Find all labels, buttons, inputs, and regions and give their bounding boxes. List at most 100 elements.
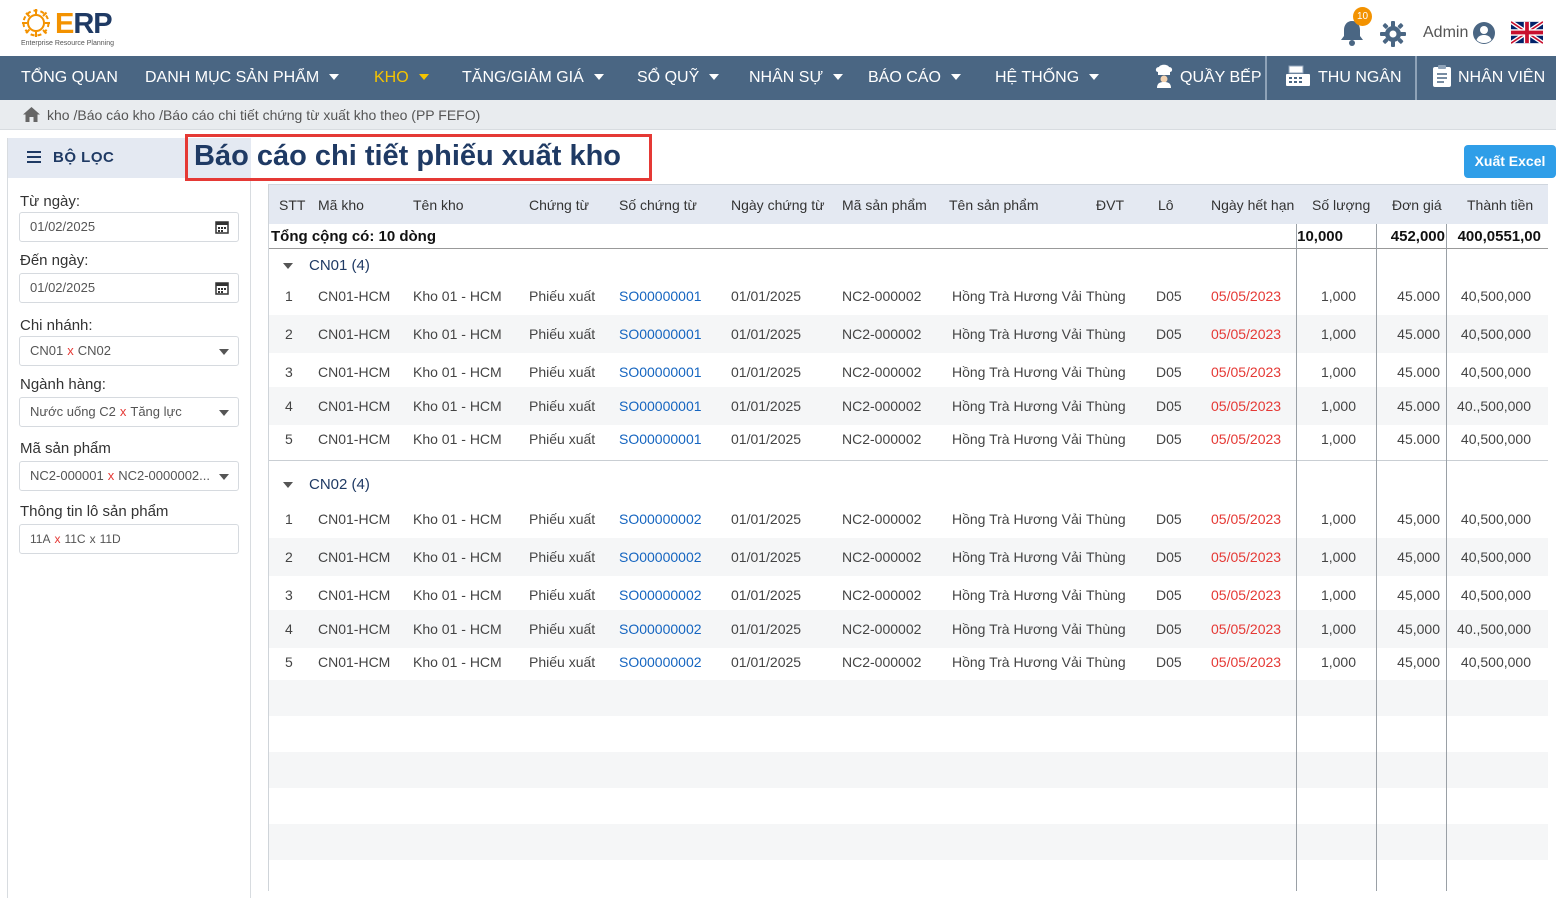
nav-so-quy[interactable]: SỔ QUỸ xyxy=(637,56,720,100)
col-chung-tu[interactable]: Chứng từ xyxy=(529,185,589,225)
cell-so-chung-tu[interactable]: SO00000002 xyxy=(619,502,702,536)
to-date-input[interactable]: 01/02/2025 xyxy=(19,273,239,303)
total-quantity: 10,000 xyxy=(1297,228,1343,245)
cell-chung-tu: Phiếu xuất xyxy=(529,511,596,527)
table-row[interactable]: 2 CN01-HCM Kho 01 - HCM Phiếu xuất SO0000000… xyxy=(269,538,1548,576)
home-icon[interactable] xyxy=(23,107,40,122)
product-code-select[interactable]: NC2-000001 x NC2-0000002... xyxy=(19,461,239,491)
cell-chung-tu: Phiếu xuất xyxy=(529,364,596,380)
hamburger-menu-icon[interactable] xyxy=(27,151,41,163)
cell-dvt: Thùng xyxy=(1086,398,1126,414)
cell-ma-kho: CN01-HCM xyxy=(318,364,391,380)
col-stt[interactable]: STT xyxy=(279,185,305,225)
branch-chip: CN01 xyxy=(30,343,64,358)
cell-so-chung-tu[interactable]: SO00000001 xyxy=(619,422,702,456)
table-row[interactable]: 4 CN01-HCM Kho 01 - HCM Phiếu xuất SO0000000… xyxy=(269,610,1548,648)
col-ma-kho[interactable]: Mã kho xyxy=(318,185,364,225)
table-row[interactable]: 1 CN01-HCM Kho 01 - HCM Phiếu xuất SO0000000… xyxy=(269,502,1548,536)
cell-ma-kho: CN01-HCM xyxy=(318,511,391,527)
cell-ten-kho: Kho 01 - HCM xyxy=(413,549,502,565)
nav-thu-ngan[interactable]: THU NGÂN xyxy=(1284,56,1402,100)
table-row[interactable]: 1 CN01-HCM Kho 01 - HCM Phiếu xuất SO0000000… xyxy=(269,279,1548,313)
nav-bao-cao[interactable]: BÁO CÁO xyxy=(868,56,961,100)
cell-lo: D05 xyxy=(1156,621,1182,637)
cell-chung-tu: Phiếu xuất xyxy=(529,431,596,447)
remove-chip-icon[interactable]: x xyxy=(67,343,74,358)
cell-lo: D05 xyxy=(1156,398,1182,414)
cell-so-chung-tu[interactable]: SO00000002 xyxy=(619,578,702,612)
cell-so-chung-tu[interactable]: SO00000002 xyxy=(619,538,702,576)
cell-thanh-tien: 40,500,000 xyxy=(1460,587,1531,603)
user-name[interactable]: Admin xyxy=(1423,24,1468,42)
cell-so-chung-tu[interactable]: SO00000001 xyxy=(619,387,702,425)
cell-so-chung-tu[interactable]: SO00000002 xyxy=(619,610,702,648)
nav-tang-giam-gia[interactable]: TĂNG/GIẢM GIÁ xyxy=(462,56,604,100)
export-excel-button[interactable]: Xuất Excel xyxy=(1464,145,1556,178)
lot-info-input[interactable]: 11A x 11C x 11D xyxy=(19,524,239,554)
cell-ngay-chung-tu: 01/01/2025 xyxy=(731,398,802,414)
cell-ma-san-pham: NC2-000002 xyxy=(842,326,922,342)
breadcrumb: kho /Báo cáo kho /Báo cáo chi tiết chứng… xyxy=(0,100,1556,130)
cell-so-chung-tu[interactable]: SO00000001 xyxy=(619,279,702,313)
cell-so-luong: 1,000 xyxy=(1320,511,1356,527)
calendar-icon[interactable] xyxy=(215,220,229,234)
calendar-icon[interactable] xyxy=(215,281,229,295)
col-ten-kho[interactable]: Tên kho xyxy=(413,185,464,225)
col-thanh-tien[interactable]: Thành tiền xyxy=(1467,185,1533,225)
remove-chip-icon[interactable]: x xyxy=(108,468,115,483)
cell-stt: 1 xyxy=(285,511,293,527)
collapse-triangle-icon[interactable] xyxy=(283,263,293,270)
nav-kho[interactable]: KHO xyxy=(374,56,429,100)
chevron-down-icon[interactable] xyxy=(219,349,229,355)
table-row[interactable]: 4 CN01-HCM Kho 01 - HCM Phiếu xuất SO0000000… xyxy=(269,387,1548,425)
breadcrumb-path[interactable]: kho /Báo cáo kho /Báo cáo chi tiết chứng… xyxy=(47,107,480,123)
col-dvt[interactable]: ĐVT xyxy=(1096,185,1124,225)
category-select[interactable]: Nước uống C2 x Tăng lực xyxy=(19,397,239,427)
cell-so-chung-tu[interactable]: SO00000001 xyxy=(619,355,702,389)
chevron-down-icon xyxy=(418,73,429,80)
col-so-chung-tu[interactable]: Số chứng từ xyxy=(619,185,697,225)
chevron-down-icon[interactable] xyxy=(219,474,229,480)
table-row[interactable]: 3 CN01-HCM Kho 01 - HCM Phiếu xuất SO0000000… xyxy=(269,355,1548,389)
col-ma-san-pham[interactable]: Mã sản phẩm xyxy=(842,185,927,225)
cell-so-chung-tu[interactable]: SO00000001 xyxy=(619,315,702,353)
uk-flag-icon[interactable] xyxy=(1511,21,1543,44)
cell-stt: 2 xyxy=(285,326,293,342)
erp-logo[interactable]: ERP Enterprise Resource Planning xyxy=(19,6,114,50)
group-header-cn02[interactable]: CN02 (4) xyxy=(283,476,370,493)
cell-dvt: Thùng xyxy=(1086,511,1126,527)
nav-danh-muc-san-pham[interactable]: DANH MỤC SẢN PHẨM xyxy=(145,56,340,100)
col-ten-san-pham[interactable]: Tên sản phẩm xyxy=(949,185,1039,225)
nav-he-thong[interactable]: HỆ THỐNG xyxy=(995,56,1100,100)
nav-nhan-su[interactable]: NHÂN SỰ xyxy=(749,56,844,100)
col-ngay-chung-tu[interactable]: Ngày chứng từ xyxy=(731,185,824,225)
cell-ten-san-pham: Hồng Trà Hương Vải xyxy=(952,398,1082,414)
from-date-input[interactable]: 01/02/2025 xyxy=(19,212,239,242)
cell-dvt: Thùng xyxy=(1086,326,1126,342)
table-row[interactable]: 5 CN01-HCM Kho 01 - HCM Phiếu xuất SO0000000… xyxy=(269,645,1548,679)
branch-select[interactable]: CN01 x CN02 xyxy=(19,336,239,366)
total-amount: 400,0551,00 xyxy=(1457,228,1541,245)
table-row[interactable]: 5 CN01-HCM Kho 01 - HCM Phiếu xuất SO0000000… xyxy=(269,422,1548,456)
chevron-down-icon xyxy=(329,73,340,80)
nav-tong-quan[interactable]: TỔNG QUAN xyxy=(21,56,118,100)
table-row[interactable]: 2 CN01-HCM Kho 01 - HCM Phiếu xuất SO0000000… xyxy=(269,315,1548,353)
column-divider xyxy=(1446,224,1447,891)
group-header-cn01[interactable]: CN01 (4) xyxy=(283,257,370,274)
cell-so-chung-tu[interactable]: SO00000002 xyxy=(619,645,702,679)
settings-gear-icon[interactable] xyxy=(1380,21,1406,47)
col-lo[interactable]: Lô xyxy=(1158,185,1174,225)
remove-chip-icon[interactable]: x xyxy=(120,404,127,419)
remove-chip-icon[interactable]: x xyxy=(54,532,60,546)
nav-nhan-vien[interactable]: NHÂN VIÊN xyxy=(1432,56,1545,100)
collapse-triangle-icon[interactable] xyxy=(283,482,293,489)
col-so-luong[interactable]: Số lượng xyxy=(1312,185,1370,225)
chevron-down-icon[interactable] xyxy=(219,410,229,416)
col-ngay-het-han[interactable]: Ngày hết hạn xyxy=(1211,185,1294,225)
chevron-down-icon xyxy=(1089,73,1100,80)
col-don-gia[interactable]: Đơn giá xyxy=(1392,185,1442,225)
user-avatar-icon[interactable] xyxy=(1472,21,1496,45)
table-row[interactable]: 3 CN01-HCM Kho 01 - HCM Phiếu xuất SO0000000… xyxy=(269,578,1548,612)
cell-so-luong: 1,000 xyxy=(1320,621,1356,637)
nav-quay-bep[interactable]: QUẦY BẾP xyxy=(1154,56,1262,100)
